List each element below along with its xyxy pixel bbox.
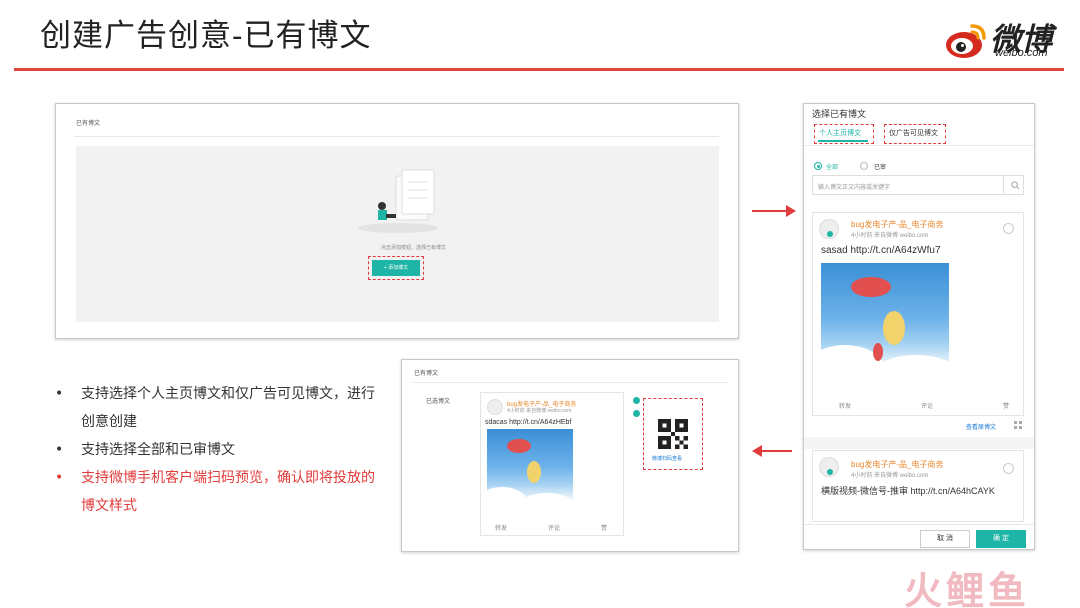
radio-all[interactable] bbox=[814, 162, 822, 170]
verified-icon bbox=[827, 231, 833, 237]
post-meta: 4小时前 来自微博 weibo.com bbox=[851, 233, 929, 239]
grid-icon[interactable] bbox=[1014, 421, 1022, 429]
repost-button[interactable]: 转发 bbox=[839, 401, 851, 410]
search-placeholder: 输入博文正文内容或关键字 bbox=[818, 185, 891, 191]
divider bbox=[74, 136, 719, 137]
arrow-left-head-icon bbox=[752, 445, 762, 457]
title-rule bbox=[14, 68, 1064, 71]
post-meta: 4小时前 来自微博 weibo.com bbox=[851, 473, 929, 479]
avatar bbox=[487, 399, 503, 415]
add-post-button[interactable]: + 添加博文 bbox=[372, 260, 420, 276]
post-text: 横版视频-微信号-推审 http://t.cn/A64hCAYK bbox=[821, 486, 995, 496]
empty-illustration-icon bbox=[358, 169, 438, 233]
page-title: 创建广告创意-已有博文 bbox=[40, 18, 372, 54]
dialog-title: 选择已有博文 bbox=[812, 109, 867, 119]
existing-posts-empty-panel: 已有博文 点击添加按钮，选择已有博文 + 添加博文 bbox=[55, 103, 739, 339]
field-label: 已选博文 bbox=[426, 399, 451, 405]
divider bbox=[804, 524, 1034, 525]
post-card[interactable]: bug发电子产-品_电子商务 4小时前 来自微博 weibo.com 横版视频-… bbox=[812, 450, 1024, 522]
logo-text-en: weibo.com bbox=[995, 47, 1048, 59]
cancel-button[interactable]: 取 消 bbox=[920, 530, 970, 548]
confirm-button[interactable]: 确 定 bbox=[976, 530, 1026, 548]
weibo-eye-icon bbox=[946, 24, 986, 58]
post-actions: 转发 评论 赞 bbox=[495, 523, 607, 532]
verified-icon bbox=[827, 469, 833, 475]
post-image bbox=[487, 429, 573, 515]
post-select-radio[interactable] bbox=[1003, 463, 1014, 474]
like-button[interactable]: 赞 bbox=[1003, 401, 1009, 410]
empty-state-area: 点击添加按钮，选择已有博文 + 添加博文 bbox=[76, 146, 719, 322]
post-image bbox=[821, 263, 949, 389]
search-input[interactable]: 输入博文正文内容或关键字 bbox=[812, 175, 1024, 195]
info-dot-icon bbox=[633, 397, 640, 404]
like-button[interactable]: 赞 bbox=[601, 523, 607, 532]
existing-posts-preview-panel: 已有博文 已选博文 bug发电子产-品_电子商务 4小时前 来自微博 weibo… bbox=[401, 359, 739, 552]
tab-highlight-box: 仅广告可见博文 bbox=[884, 124, 946, 144]
highlight-box: + 添加博文 bbox=[368, 256, 424, 280]
comment-button[interactable]: 评论 bbox=[921, 401, 933, 410]
comment-button[interactable]: 评论 bbox=[548, 523, 560, 532]
tab-ad-only-posts[interactable]: 仅广告可见博文 bbox=[889, 128, 938, 138]
bullet-item: 支持选择个人主页博文和仅广告可见博文，进行创意创建 bbox=[55, 380, 385, 436]
select-post-dialog: 选择已有博文 个人主页博文 仅广告可见博文 全部 已审 输入博文正文内容或关键字… bbox=[803, 103, 1035, 550]
post-select-radio[interactable] bbox=[1003, 223, 1014, 234]
tab-highlight-box: 个人主页博文 bbox=[814, 124, 874, 144]
qr-label[interactable]: 微博扫码查看 bbox=[652, 455, 682, 462]
post-text: sdacas http://t.cn/A64zHEbf bbox=[485, 419, 572, 426]
panel-header: 已有博文 bbox=[76, 121, 101, 127]
empty-hint: 点击添加按钮，选择已有博文 bbox=[381, 245, 447, 251]
arrow-right-head-icon bbox=[786, 205, 796, 217]
slide: 创建广告创意-已有博文 微博 weibo.com 已有博文 点击添加按钮，选择已… bbox=[0, 0, 1080, 608]
card-separator bbox=[804, 437, 1034, 449]
qr-highlight-box: 微博扫码查看 bbox=[643, 398, 703, 470]
arrow-left bbox=[760, 450, 792, 452]
post-text: sasad http://t.cn/A64zWfu7 bbox=[821, 245, 941, 256]
radio-approved-label[interactable]: 已审 bbox=[874, 162, 886, 171]
post-card[interactable]: bug发电子产-品_电子商务 4小时前 来自微博 weibo.com sdaca… bbox=[480, 392, 624, 536]
post-actions: 转发 评论 赞 bbox=[839, 401, 1009, 410]
panel-header: 已有博文 bbox=[414, 371, 439, 377]
divider bbox=[804, 145, 1034, 146]
watermark: 火鲤鱼 bbox=[904, 571, 1031, 608]
post-author[interactable]: bug发电子产-品_电子商务 bbox=[851, 459, 943, 470]
weibo-logo: 微博 weibo.com bbox=[944, 14, 1064, 62]
bullet-item: 支持选择全部和已审博文 bbox=[55, 436, 385, 464]
search-icon[interactable] bbox=[1011, 181, 1020, 190]
post-card[interactable]: bug发电子产-品_电子商务 4小时前 来自微博 weibo.com sasad… bbox=[812, 212, 1024, 416]
view-original-link[interactable]: 查看原博文 bbox=[966, 422, 996, 431]
tab-personal-posts[interactable]: 个人主页博文 bbox=[819, 128, 861, 138]
repost-button[interactable]: 转发 bbox=[495, 523, 507, 532]
divider bbox=[412, 382, 728, 383]
feature-bullets: 支持选择个人主页博文和仅广告可见博文，进行创意创建 支持选择全部和已审博文 支持… bbox=[55, 380, 385, 520]
qr-code-icon bbox=[658, 419, 688, 449]
arrow-right bbox=[752, 210, 790, 212]
post-meta: 4小时前 来自微博 weibo.com bbox=[507, 408, 572, 414]
bullet-item-highlight: 支持微博手机客户端扫码预览，确认即将投放的博文样式 bbox=[55, 464, 385, 520]
post-author[interactable]: bug发电子产-品_电子商务 bbox=[851, 219, 943, 230]
tab-underline bbox=[818, 140, 868, 142]
radio-approved[interactable] bbox=[860, 162, 868, 170]
qr-toggle-icon[interactable] bbox=[633, 410, 640, 417]
radio-all-label[interactable]: 全部 bbox=[826, 162, 838, 171]
